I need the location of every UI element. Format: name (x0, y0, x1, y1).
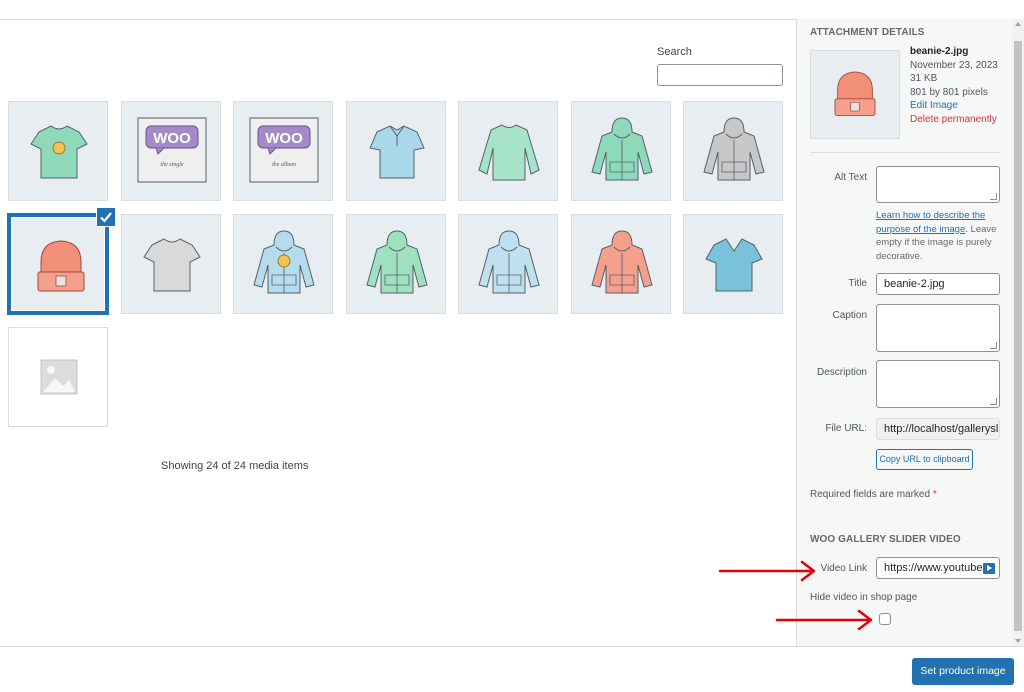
media-placeholder-icon[interactable] (8, 327, 108, 427)
media-item-longsleeve[interactable] (458, 101, 558, 201)
media-item-hoodie[interactable] (570, 101, 671, 201)
media-count: Showing 24 of 24 media items (161, 460, 309, 472)
svg-text:WOO: WOO (265, 130, 303, 147)
required-asterisk: * (932, 489, 937, 500)
video-link-field[interactable]: https://www.youtube.c (876, 557, 1000, 579)
scroll-up-arrow-icon[interactable] (1015, 22, 1021, 26)
modal-top-bar (0, 0, 1024, 20)
media-item-hoodie[interactable] (233, 214, 333, 314)
play-icon[interactable] (983, 563, 995, 574)
media-item-woo-poster[interactable]: WOO the album (233, 101, 333, 201)
title-field[interactable]: beanie-2.jpg (876, 273, 1000, 295)
search-label: Search (657, 46, 692, 58)
alt-text-field[interactable] (876, 166, 1000, 203)
media-item-hoodie[interactable] (345, 214, 446, 314)
annotation-arrow-icon (775, 609, 873, 631)
image-dimensions: 801 by 801 pixels (910, 86, 988, 98)
attachment-thumbnail (810, 50, 900, 139)
title-label: Title (848, 278, 867, 289)
media-item-hoodie[interactable] (683, 101, 783, 201)
caption-field[interactable] (876, 304, 1000, 352)
set-product-image-button[interactable]: Set product image (912, 658, 1014, 685)
sidebar-scrollbar[interactable] (1012, 19, 1024, 646)
attachment-details-heading: ATTACHMENT DETAILS (810, 27, 925, 38)
alt-text-label: Alt Text (834, 172, 867, 183)
required-fields-text: Required fields are marked (810, 489, 931, 500)
media-library-panel: Search WOO the single WOO the album Show… (0, 20, 796, 646)
media-item-hoodie[interactable] (570, 214, 671, 314)
required-fields-note: Required fields are marked * (810, 489, 937, 500)
attachment-details-sidebar: ATTACHMENT DETAILS beanie-2.jpg November… (796, 19, 1013, 646)
media-item-tshirt[interactable] (8, 101, 108, 201)
file-url-field[interactable]: http://localhost/gallerysli (876, 418, 1000, 440)
annotation-arrow-icon (718, 560, 816, 582)
hide-video-label: Hide video in shop page (810, 592, 918, 603)
attachment-meta: beanie-2.jpg November 23, 2023 31 KB 801… (910, 45, 998, 126)
modal-footer: Set product image (0, 646, 1024, 692)
hide-video-checkbox[interactable] (879, 613, 891, 625)
description-label: Description (816, 367, 867, 378)
scrollbar-thumb[interactable] (1014, 41, 1022, 631)
resize-grip-icon[interactable] (990, 193, 997, 200)
selected-check-icon[interactable] (96, 207, 116, 227)
copy-url-button[interactable]: Copy URL to clipboard (876, 449, 973, 470)
media-item-tshirt[interactable] (120, 214, 221, 314)
file-url-label: File URL: (825, 423, 867, 434)
search-input[interactable] (657, 64, 783, 86)
description-field[interactable] (876, 360, 1000, 408)
caption-label: Caption (832, 310, 867, 321)
divider (810, 152, 1000, 153)
svg-text:the album: the album (272, 162, 296, 168)
svg-text:the single: the single (160, 162, 183, 168)
media-item-beanie[interactable] (8, 214, 108, 314)
media-item-polo[interactable] (345, 101, 446, 201)
woo-gallery-slider-video-heading: WOO GALLERY SLIDER VIDEO (810, 534, 961, 545)
delete-permanently-link[interactable]: Delete permanently (910, 113, 998, 127)
resize-grip-icon[interactable] (990, 398, 997, 405)
svg-text:WOO: WOO (153, 130, 191, 147)
edit-image-link[interactable]: Edit Image (910, 99, 998, 113)
video-link-value: https://www.youtube.c (884, 562, 991, 574)
resize-grip-icon[interactable] (990, 342, 997, 349)
file-size: 31 KB (910, 73, 938, 84)
scroll-down-arrow-icon[interactable] (1015, 639, 1021, 643)
media-item-hoodie[interactable] (458, 214, 558, 314)
file-name: beanie-2.jpg (910, 46, 969, 57)
upload-date: November 23, 2023 (910, 59, 998, 71)
alt-text-help: Learn how to describe the purpose of the… (876, 209, 1002, 263)
media-item-woo-poster[interactable]: WOO the single (120, 101, 221, 201)
media-item-vneck[interactable] (683, 214, 783, 314)
